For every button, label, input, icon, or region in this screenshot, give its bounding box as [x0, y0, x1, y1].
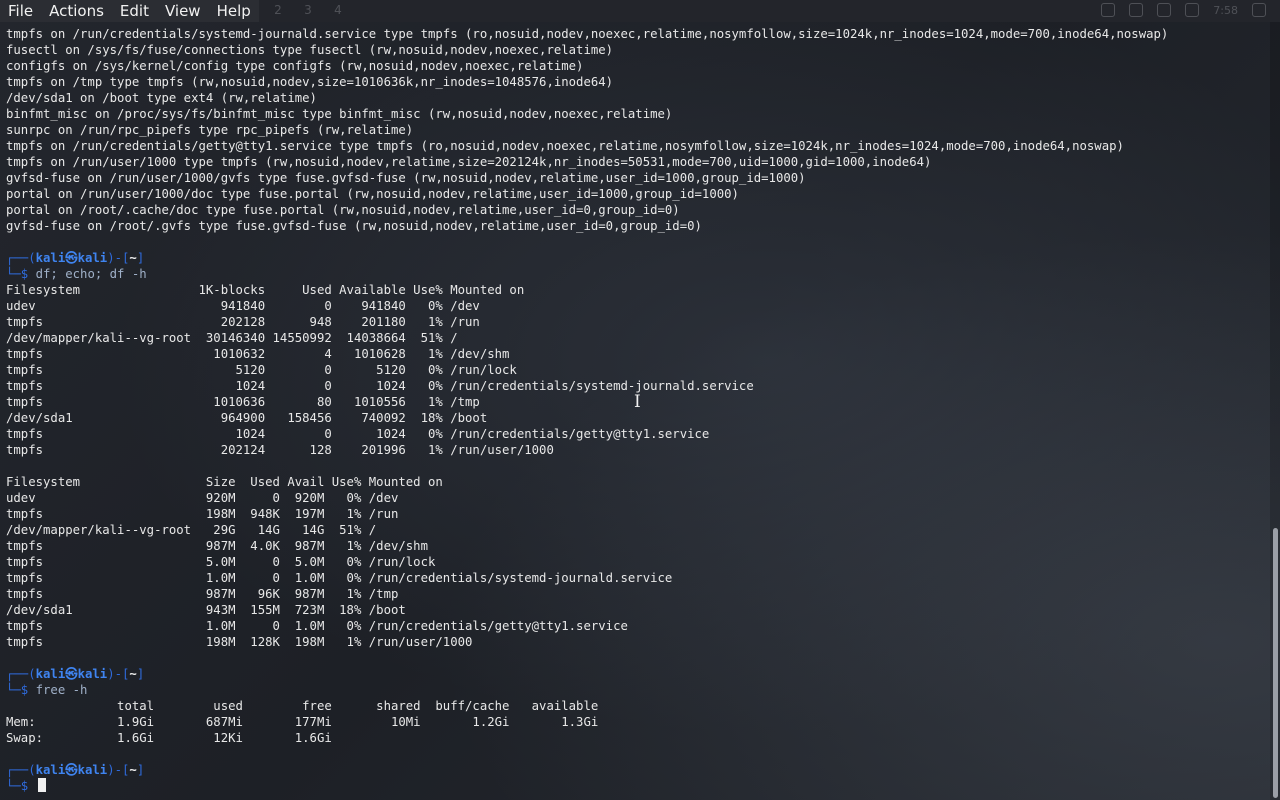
- mount-line: gvfsd-fuse on /root/.gvfs type fuse.gvfs…: [6, 219, 702, 233]
- df-h-output: Filesystem Size Used Avail Use% Mounted …: [6, 474, 1270, 650]
- mount-line: portal on /root/.cache/doc type fuse.por…: [6, 203, 680, 217]
- text-cursor: [37, 778, 46, 792]
- workspace-3[interactable]: 3: [300, 3, 316, 17]
- workspace-2[interactable]: 2: [270, 3, 286, 17]
- prompt-line-command: └─$ df; echo; df -h: [6, 267, 147, 281]
- prompt-line-command: └─$ free -h: [6, 683, 88, 697]
- mount-line: configfs on /sys/kernel/config type conf…: [6, 59, 584, 73]
- mount-line: tmpfs on /run/credentials/getty@tty1.ser…: [6, 139, 1124, 153]
- menu-file[interactable]: File: [0, 0, 41, 22]
- terminal-scrollbar[interactable]: [1270, 22, 1280, 800]
- df-line: Filesystem 1K-blocks Used Available Use%…: [6, 283, 525, 297]
- df-h-line: tmpfs 198M 128K 198M 1% /run/user/1000: [6, 635, 473, 649]
- df-h-line: Filesystem Size Used Avail Use% Mounted …: [6, 475, 443, 489]
- display-icon[interactable]: [1101, 3, 1116, 17]
- prompt-line-top: ┌──(kali㉿kali)-[~]: [6, 667, 145, 681]
- system-tray: 7:58: [1101, 3, 1266, 17]
- ibeam-cursor-icon: I: [634, 392, 641, 412]
- menu-help[interactable]: Help: [209, 0, 259, 22]
- df-h-line: tmpfs 987M 4.0K 987M 1% /dev/shm: [6, 539, 428, 553]
- scrollbar-thumb[interactable]: [1273, 528, 1278, 798]
- mount-line: tmpfs on /tmp type tmpfs (rw,nosuid,node…: [6, 75, 614, 89]
- mount-line: portal on /run/user/1000/doc type fuse.p…: [6, 187, 739, 201]
- volume-icon[interactable]: [1129, 3, 1144, 17]
- free-line: Mem: 1.9Gi 687Mi 177Mi 10Mi 1.2Gi 1.3Gi: [6, 715, 599, 729]
- df-line: /dev/sda1 964900 158456 740092 18% /boot: [6, 411, 488, 425]
- df-line: tmpfs 5120 0 5120 0% /run/lock: [6, 363, 517, 377]
- mount-line: tmpfs on /run/credentials/systemd-journa…: [6, 27, 1169, 41]
- df-line: /dev/mapper/kali--vg-root 30146340 14550…: [6, 331, 458, 345]
- df-h-line: tmpfs 5.0M 0 5.0M 0% /run/lock: [6, 555, 436, 569]
- menu-actions[interactable]: Actions: [41, 0, 112, 22]
- active-prompt-line[interactable]: └─$: [6, 778, 1270, 794]
- clock[interactable]: 7:58: [1213, 4, 1238, 17]
- free-line: total used free shared buff/cache availa…: [6, 699, 599, 713]
- df-line: udev 941840 0 941840 0% /dev: [6, 299, 480, 313]
- prompt-line-top: ┌──(kali㉿kali)-[~]: [6, 251, 145, 265]
- free-output: total used free shared buff/cache availa…: [6, 698, 1270, 746]
- mount-line: gvfsd-fuse on /run/user/1000/gvfs type f…: [6, 171, 806, 185]
- mount-line: sunrpc on /run/rpc_pipefs type rpc_pipef…: [6, 123, 414, 137]
- menu-edit[interactable]: Edit: [112, 0, 157, 22]
- df-h-line: /dev/mapper/kali--vg-root 29G 14G 14G 51…: [6, 523, 377, 537]
- power-icon[interactable]: [1185, 3, 1200, 17]
- command-text: free -h: [35, 683, 88, 697]
- prompt-line-top: ┌──(kali㉿kali)-[~]: [6, 763, 145, 777]
- df-line: tmpfs 202124 128 201996 1% /run/user/100…: [6, 443, 554, 457]
- terminal-menubar: File Actions Edit View Help: [0, 0, 259, 22]
- df-line: tmpfs 1024 0 1024 0% /run/credentials/ge…: [6, 427, 710, 441]
- df-h-line: tmpfs 1.0M 0 1.0M 0% /run/credentials/ge…: [6, 619, 628, 633]
- workspace-4[interactable]: 4: [330, 3, 346, 17]
- command-text: df; echo; df -h: [35, 267, 147, 281]
- df-h-line: tmpfs 1.0M 0 1.0M 0% /run/credentials/sy…: [6, 571, 673, 585]
- df-h-line: udev 920M 0 920M 0% /dev: [6, 491, 399, 505]
- df-line: tmpfs 202128 948 201180 1% /run: [6, 315, 480, 329]
- df-output: Filesystem 1K-blocks Used Available Use%…: [6, 282, 1270, 458]
- mount-line: fusectl on /sys/fs/fuse/connections type…: [6, 43, 614, 57]
- mount-line: /dev/sda1 on /boot type ext4 (rw,relatim…: [6, 91, 317, 105]
- mount-output: tmpfs on /run/credentials/systemd-journa…: [6, 26, 1270, 234]
- df-h-line: /dev/sda1 943M 155M 723M 18% /boot: [6, 603, 406, 617]
- notification-bell-icon[interactable]: [1157, 3, 1172, 17]
- df-line: tmpfs 1010632 4 1010628 1% /dev/shm: [6, 347, 510, 361]
- df-h-line: tmpfs 987M 96K 987M 1% /tmp: [6, 587, 399, 601]
- lock-icon[interactable]: [1252, 3, 1266, 17]
- mount-line: binfmt_misc on /proc/sys/fs/binfmt_misc …: [6, 107, 673, 121]
- mount-line: tmpfs on /run/user/1000 type tmpfs (rw,n…: [6, 155, 932, 169]
- menu-view[interactable]: View: [157, 0, 209, 22]
- df-h-line: tmpfs 198M 948K 197M 1% /run: [6, 507, 399, 521]
- free-line: Swap: 1.6Gi 12Ki 1.6Gi: [6, 731, 332, 745]
